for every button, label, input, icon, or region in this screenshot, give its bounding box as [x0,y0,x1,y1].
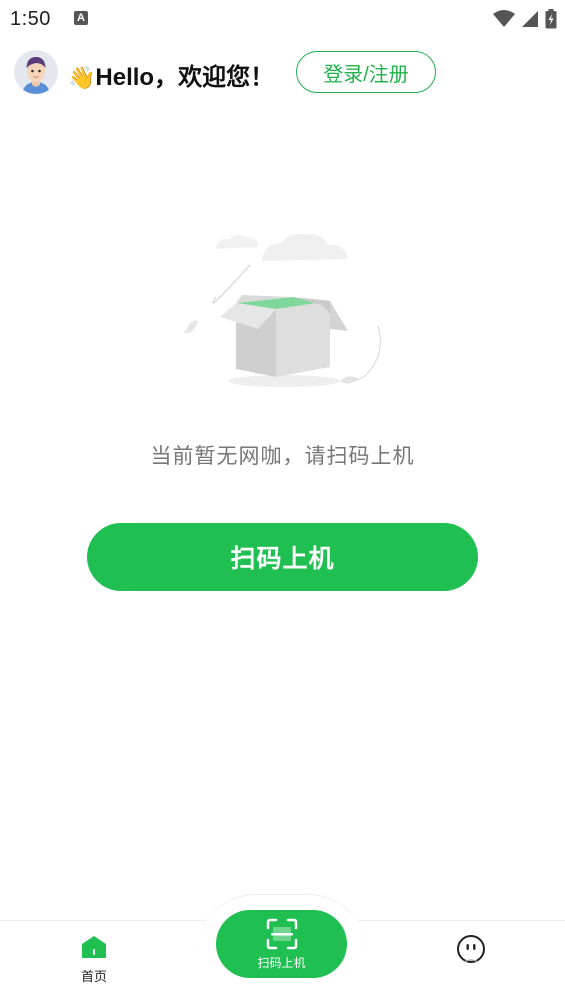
header: 👋Hello，欢迎您！ 登录/注册 [14,48,554,96]
nav-home-label: 首页 [80,969,107,984]
scan-icon [266,918,297,949]
nav-item-scan[interactable]: 扫码上机 [216,910,347,978]
avatar[interactable] [14,50,58,94]
empty-box-illustration [180,225,390,395]
scan-to-start-button[interactable]: 扫码上机 [87,523,478,591]
login-register-button[interactable]: 登录/注册 [296,51,436,93]
nav-scan-label: 扫码上机 [257,955,306,970]
status-icons [493,9,557,29]
signal-icon [522,11,538,27]
status-bar: 1:50 A [0,0,565,38]
battery-icon [545,9,557,29]
greeting-label: Hello，欢迎您！ [95,64,275,91]
wave-emoji: 👋 [68,65,96,90]
profile-face-icon [457,935,485,963]
nav-item-profile[interactable] [454,932,488,966]
a-notification-icon: A [74,11,88,25]
empty-state-message: 当前暂无网咖，请扫码上机 [150,445,415,468]
wifi-icon [493,10,515,27]
user-avatar-icon [14,50,58,94]
greeting-text: 👋Hello，欢迎您！ [68,57,274,92]
nav-item-home[interactable]: 首页 [62,935,126,985]
home-icon [82,936,106,958]
status-time: 1:50 [10,8,51,30]
